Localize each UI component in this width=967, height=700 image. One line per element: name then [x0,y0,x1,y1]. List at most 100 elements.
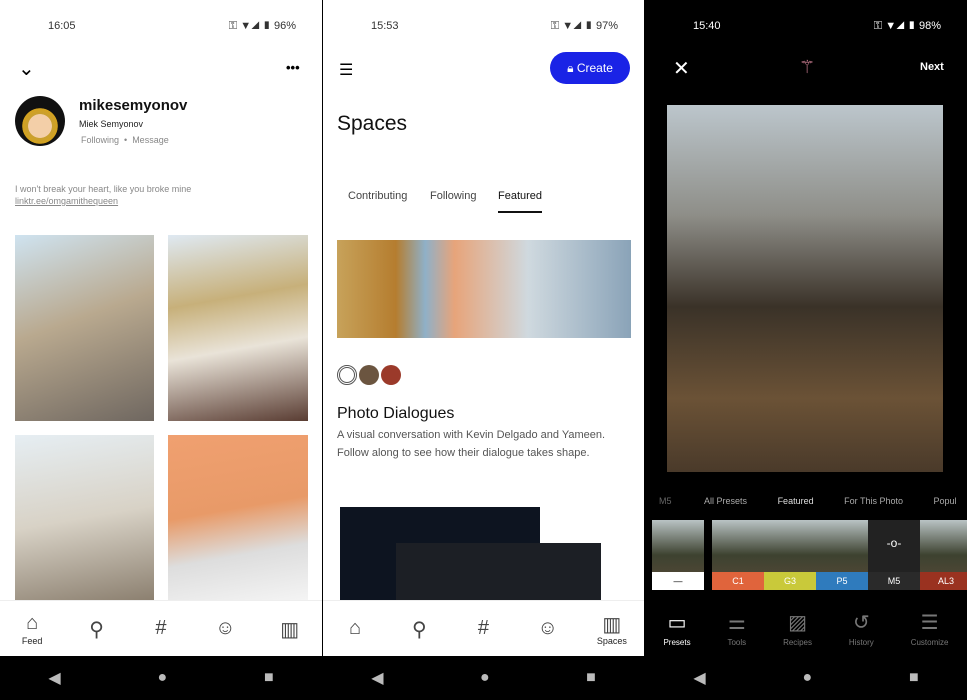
preset-strip: — C1 G3 P5 -o- M5 AL3 [652,520,967,590]
nav-feed[interactable]: ⌂ [330,617,380,641]
space-photo[interactable] [396,543,601,600]
editor-screen: 15:40 ⚿ ▼◢ ▮ 98% ✕ ⚚ Next M5 All Presets … [645,0,967,700]
preset-label: G3 [764,572,816,590]
nav-crop[interactable]: # [136,617,186,641]
preset-tile[interactable]: AL3 [920,520,967,590]
preset-label: AL3 [920,572,967,590]
sliders-icon: ⚌ [727,612,746,634]
nav-search[interactable]: ⚲ [72,617,122,641]
recents-icon[interactable]: ■ [586,669,596,687]
preset-tab[interactable]: Popul [934,496,957,506]
page-title: Spaces [337,112,408,135]
tab-contributing[interactable]: Contributing [348,190,407,202]
display-name: Miek Semyonov [79,119,144,129]
crop-icon: # [477,616,490,639]
system-nav: ◀ ● ■ [323,656,644,700]
preset-tab[interactable]: M5 [659,496,672,506]
menu-icon[interactable]: ☰ [339,60,353,80]
nav-search[interactable]: ⚲ [394,617,444,641]
nav-crop[interactable]: # [458,617,508,641]
history-icon: ↺ [852,612,870,634]
system-nav: ◀ ● ■ [0,656,322,700]
recents-icon[interactable]: ■ [264,669,274,687]
following-button[interactable]: Following [81,135,119,145]
back-icon[interactable]: ◀ [48,668,60,688]
preset-tile[interactable]: P5 [816,520,868,590]
tab-featured[interactable]: Featured [498,190,543,213]
status-bar: 16:05 ⚿ ▼◢ ▮ 96% [48,20,296,32]
create-button[interactable]: 🔒︎ Create [550,52,630,84]
magic-wand-icon[interactable]: ⚚ [799,57,815,78]
system-nav: ◀ ● ■ [645,656,967,700]
next-button[interactable]: Next [920,61,944,73]
preset-tile[interactable]: -o- M5 [868,520,920,590]
lock-icon: 🔒︎ [567,61,574,75]
avatar [359,365,379,385]
preset-label: P5 [816,572,868,590]
bottom-nav: ⌂ ⚲ # ☺ ▥ Spaces [323,600,644,656]
preset-label: C1 [712,572,764,590]
preset-tile[interactable]: C1 [712,520,764,590]
tool-presets[interactable]: ▭ Presets [663,610,690,647]
crop-icon: # [155,616,167,639]
preset-label: — [652,572,704,590]
chevron-down-icon[interactable]: ⌄ [18,56,35,81]
preset-tab[interactable]: Featured [778,496,814,506]
tool-customize[interactable]: ☰ Customize [911,610,949,647]
home-icon: ⌂ [26,611,39,634]
smile-icon: ☺ [215,616,236,639]
spaces-icon: ▥ [602,613,622,636]
preset-tile[interactable]: G3 [764,520,816,590]
nav-smile[interactable]: ☺ [523,617,573,641]
more-icon[interactable]: ••• [286,60,300,75]
tool-recipes[interactable]: ▨ Recipes [783,610,812,647]
bottom-nav: ⌂ Feed ⚲ # ☺ ▥ [0,600,322,656]
preset-tabs: M5 All Presets Featured For This Photo P… [659,496,957,506]
customize-icon: ☰ [920,612,939,634]
home-button-icon[interactable]: ● [480,669,490,687]
avatar[interactable] [15,96,65,146]
nav-feed[interactable]: ⌂ Feed [7,612,57,646]
tool-history[interactable]: ↺ History [849,610,874,647]
tool-tools[interactable]: ⚌ Tools [727,610,746,647]
search-icon: ⚲ [89,618,104,641]
edit-photo[interactable] [667,105,943,472]
nav-spaces[interactable]: ▥ Spaces [587,612,637,646]
adjust-icon: -o- [886,536,902,550]
home-button-icon[interactable]: ● [802,669,812,687]
space-cover[interactable] [337,240,631,338]
spaces-screen: 15:53 ⚿ ▼◢ ▮ 97% ☰ 🔒︎ Create Spaces Contr… [323,0,644,700]
preset-tab[interactable]: For This Photo [844,496,903,506]
back-icon[interactable]: ◀ [693,668,705,688]
preset-tab[interactable]: All Presets [704,496,747,506]
avatar [337,365,357,385]
status-bar: 15:53 ⚿ ▼◢ ▮ 97% [371,20,618,32]
back-icon[interactable]: ◀ [371,668,383,688]
preset-label: M5 [868,572,920,590]
battery: ⚿ ▼◢ ▮ 96% [228,20,296,32]
status-bar: 15:40 ⚿ ▼◢ ▮ 98% [693,20,941,32]
nav-smile[interactable]: ☺ [200,617,250,641]
search-icon: ⚲ [411,618,427,641]
spaces-icon: ▥ [280,618,300,641]
feed-photo[interactable] [168,235,308,421]
username: mikesemyonov [79,97,188,114]
tab-following[interactable]: Following [430,190,476,202]
space-title[interactable]: Photo Dialogues [337,405,454,423]
space-description: A visual conversation with Kevin Delgado… [337,429,606,459]
feed-photo[interactable] [15,235,154,421]
recipes-icon: ▨ [788,612,807,634]
feed-photo[interactable] [15,435,154,600]
presets-icon: ▭ [667,612,687,634]
tool-bar: ▭ Presets ⚌ Tools ▨ Recipes ↺ History ☰ Custo… [645,610,967,647]
close-icon[interactable]: ✕ [673,56,690,81]
preset-tile[interactable]: — [652,520,704,590]
bio-link[interactable]: linktr.ee/omgamithequeen [15,196,118,206]
recents-icon[interactable]: ■ [909,669,919,687]
message-button[interactable]: Message [132,135,169,145]
feed-photo[interactable] [168,435,308,600]
nav-spaces[interactable]: ▥ [265,617,315,641]
home-button-icon[interactable]: ● [157,669,167,687]
smile-icon: ☺ [537,616,558,639]
avatar [381,365,401,385]
